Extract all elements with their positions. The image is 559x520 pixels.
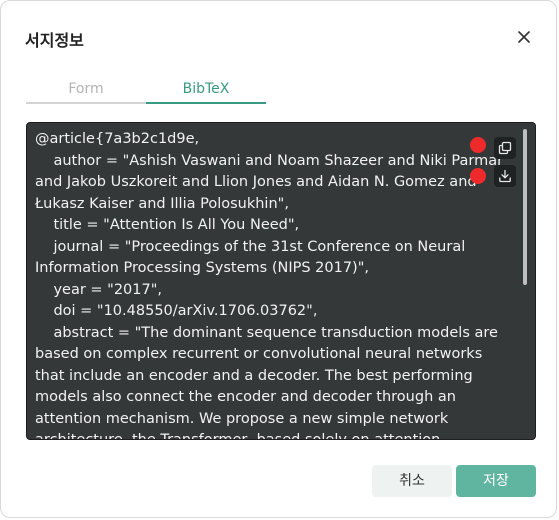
bibtex-text: @article{7a3b2c1d9e, author = "Ashish Va… — [35, 131, 504, 440]
save-button[interactable]: 저장 — [456, 465, 536, 497]
cancel-button[interactable]: 취소 — [372, 465, 452, 497]
copy-icon — [498, 141, 512, 155]
red-marker-dot — [470, 168, 486, 184]
copy-button[interactable] — [494, 137, 516, 159]
tab-form[interactable]: Form — [26, 80, 146, 104]
bibtex-code-area[interactable]: @article{7a3b2c1d9e, author = "Ashish Va… — [26, 122, 536, 440]
dialog-title: 서지정보 — [25, 31, 84, 50]
download-icon — [499, 169, 511, 183]
tab-bibtex[interactable]: BibTeX — [146, 80, 266, 104]
close-icon[interactable] — [516, 29, 532, 45]
tab-bar: Form BibTeX — [26, 80, 266, 104]
download-button[interactable] — [494, 165, 516, 187]
bibliography-dialog: 서지정보 Form BibTeX @article{7a3b2c1d9e, au… — [0, 0, 557, 518]
scrollbar[interactable] — [523, 129, 527, 285]
red-marker-dot — [470, 137, 486, 153]
